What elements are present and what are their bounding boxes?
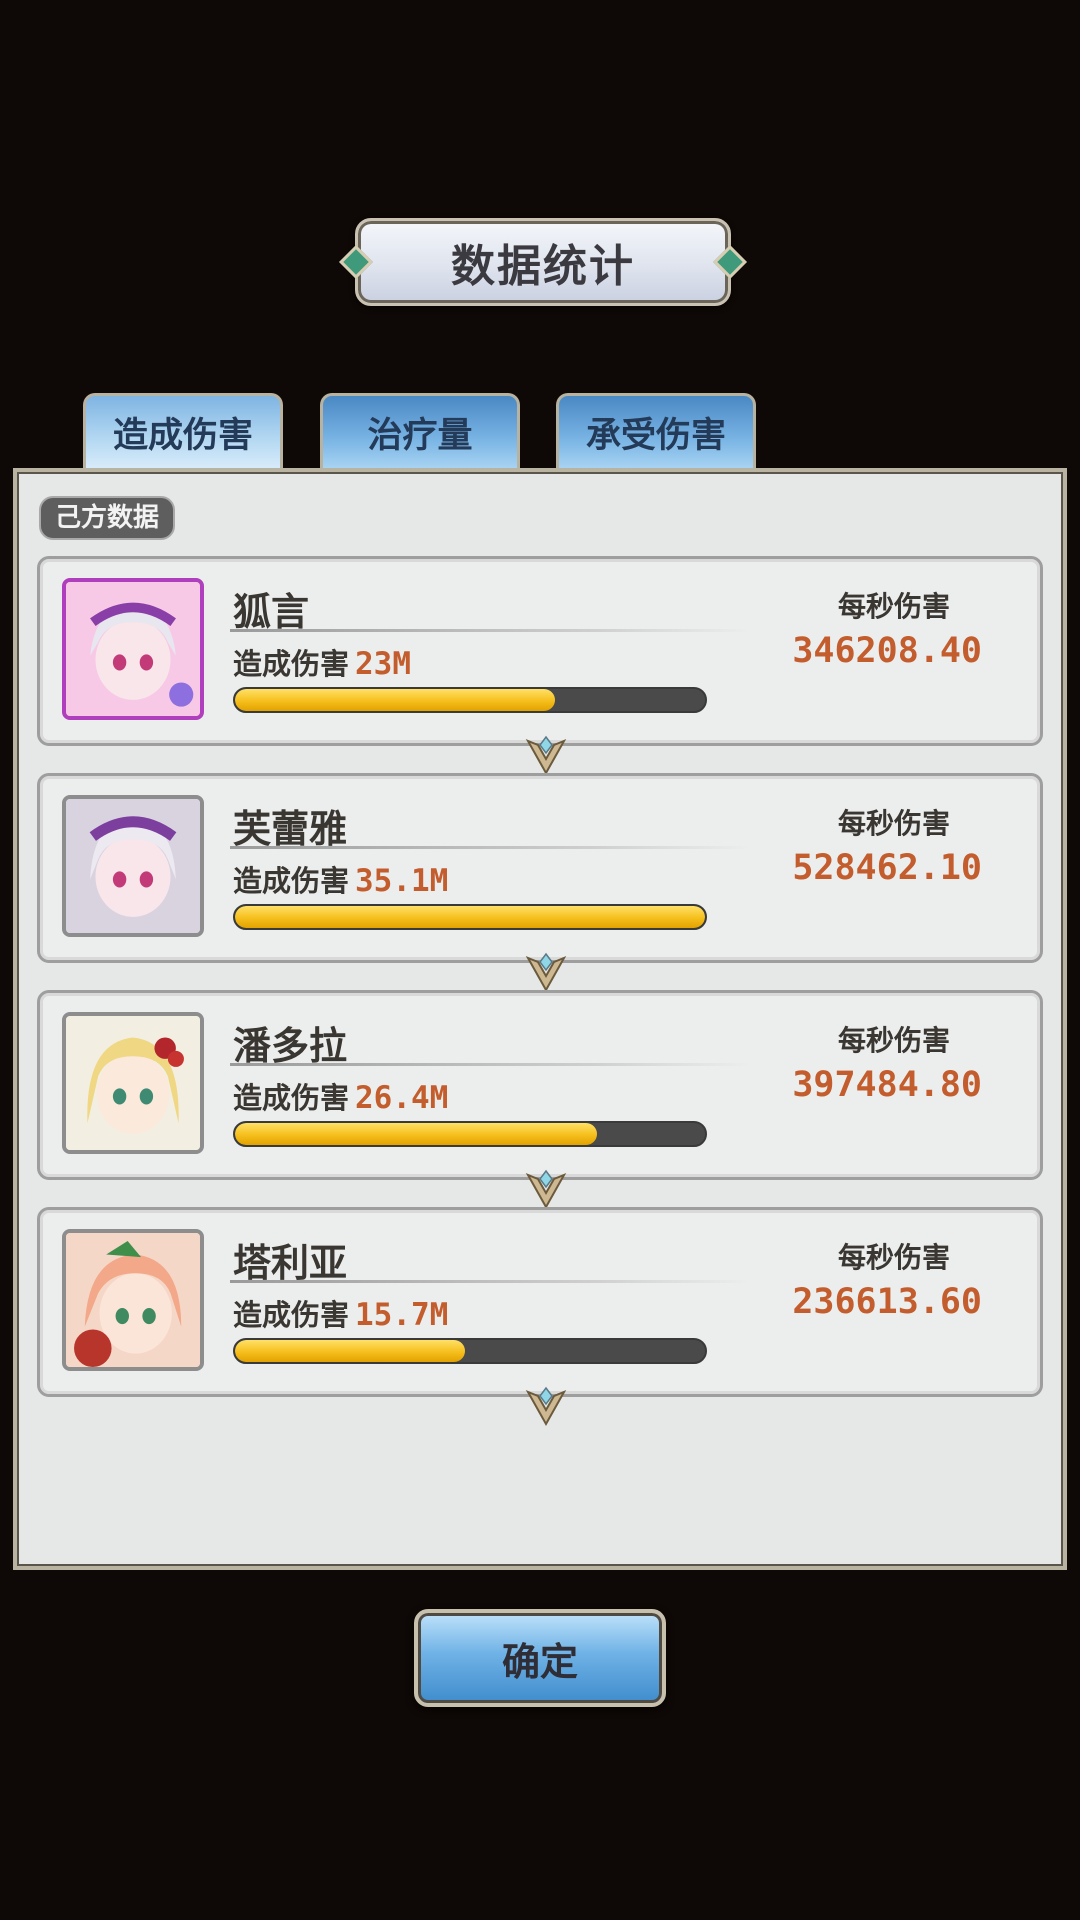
damage-label: 造成伤害 [233,1081,350,1115]
damage-dealt: 造成伤害 23M [233,641,411,683]
character-row: 潘多拉 造成伤害 26.4M 每秒伤害 397484.80 [37,990,1043,1210]
damage-label: 造成伤害 [233,647,350,681]
expand-chevron-icon[interactable] [524,950,568,994]
dps-label: 每秒伤害 [837,807,950,840]
dps-label: 每秒伤害 [837,1241,950,1274]
divider [230,846,750,849]
dps-label: 每秒伤害 [837,590,950,623]
character-name: 塔利亚 [233,1241,348,1285]
expand-chevron-icon[interactable] [524,733,568,777]
character-row: 芙蕾雅 造成伤害 35.1M 每秒伤害 528462.10 [37,773,1043,993]
portrait-art [66,582,200,716]
damage-bar [233,1121,707,1147]
damage-bar [233,1338,707,1364]
damage-bar [233,904,707,930]
confirm-button-label: 确定 [501,1639,578,1684]
portrait-art [66,1233,200,1367]
banner-gem-left [339,245,373,279]
page-title: 数据统计 [451,241,635,292]
character-name: 狐言 [233,590,310,634]
tab-damage-dealt[interactable]: 造成伤害 [83,393,283,468]
portrait-art [66,1016,200,1150]
character-row: 狐言 造成伤害 23M 每秒伤害 346208.40 [37,556,1043,776]
banner-gem-right [713,245,747,279]
portrait-art [66,799,200,933]
section-label-ally: 己方数据 [39,496,176,540]
divider [230,1063,750,1066]
stats-panel: 己方数据 狐言 造成伤害 23M 每秒伤害 346208.40 芙蕾雅 造成伤害… [13,468,1067,1570]
battle-stats-screen: 数据统计 造成伤害 治疗量 承受伤害 己方数据 狐言 造成伤害 23M 每秒伤害… [0,0,1080,1920]
damage-dealt: 造成伤害 15.7M [233,1292,448,1334]
expand-chevron-icon[interactable] [524,1384,568,1428]
confirm-button[interactable]: 确定 [414,1609,666,1707]
character-portrait[interactable] [62,1012,204,1154]
tab-label: 造成伤害 [112,415,253,456]
damage-value: 26.4M [355,1080,449,1116]
tab-label: 承受伤害 [585,415,726,456]
damage-dealt: 造成伤害 35.1M [233,858,448,900]
damage-label: 造成伤害 [233,864,350,898]
expand-chevron-icon[interactable] [524,1167,568,1211]
divider [230,1280,750,1283]
character-portrait[interactable] [62,578,204,720]
damage-bar-fill [235,906,705,928]
dps-value: 236613.60 [792,1282,982,1322]
divider [230,629,750,632]
damage-bar-fill [235,689,555,711]
damage-label: 造成伤害 [233,1298,350,1332]
dps-value: 346208.40 [792,631,982,671]
damage-bar [233,687,707,713]
tab-damage-taken[interactable]: 承受伤害 [556,393,756,468]
character-portrait[interactable] [62,1229,204,1371]
dps-label: 每秒伤害 [837,1024,950,1057]
title-banner: 数据统计 [339,218,747,306]
tab-healing[interactable]: 治疗量 [320,393,520,468]
damage-bar-fill [235,1340,466,1362]
character-name: 芙蕾雅 [233,807,348,851]
damage-bar-fill [235,1123,597,1145]
damage-value: 23M [355,646,412,682]
damage-dealt: 造成伤害 26.4M [233,1075,448,1117]
dps-value: 397484.80 [792,1065,982,1105]
damage-value: 15.7M [355,1297,449,1333]
character-row: 塔利亚 造成伤害 15.7M 每秒伤害 236613.60 [37,1207,1043,1427]
character-portrait[interactable] [62,795,204,937]
dps-value: 528462.10 [792,848,982,888]
damage-value: 35.1M [355,863,449,899]
character-name: 潘多拉 [233,1024,348,1068]
tab-label: 治疗量 [367,415,473,456]
